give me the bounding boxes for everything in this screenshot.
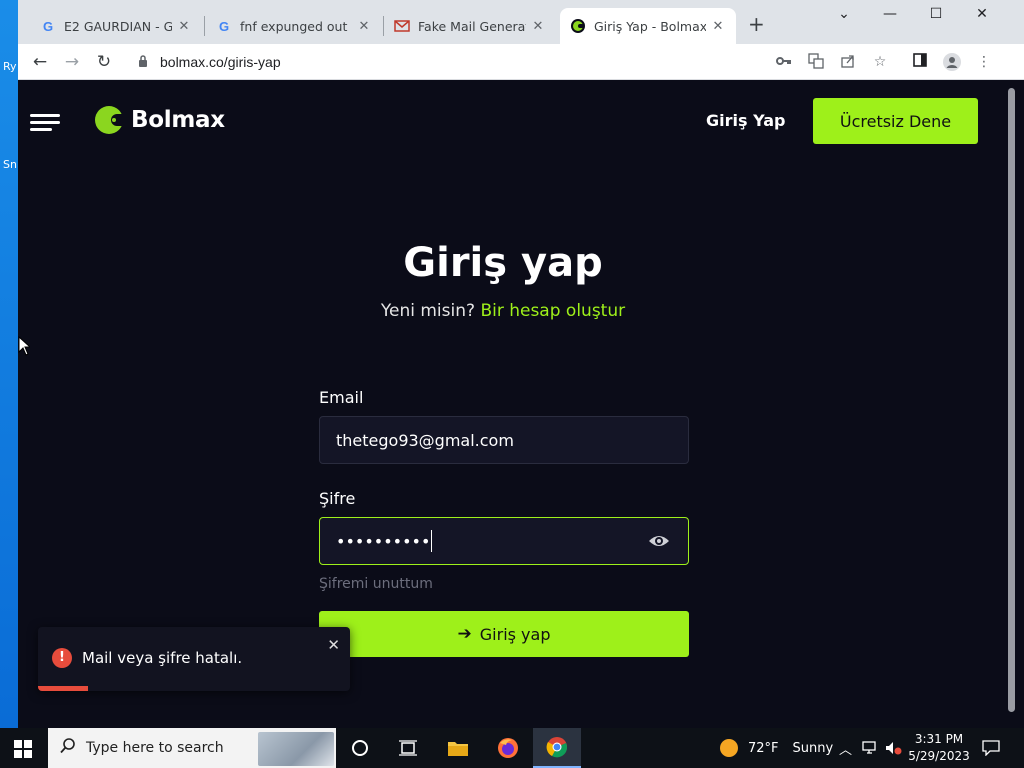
nav-login-link[interactable]: Giriş Yap bbox=[706, 111, 785, 130]
bolmax-logo-icon bbox=[95, 106, 125, 134]
share-icon[interactable] bbox=[839, 53, 857, 71]
taskbar-search[interactable]: Type here to search bbox=[48, 728, 336, 768]
error-icon: ! bbox=[52, 648, 72, 668]
notifications-icon[interactable] bbox=[982, 728, 1000, 768]
task-view-icon[interactable] bbox=[384, 728, 432, 768]
close-icon[interactable]: ✕ bbox=[356, 19, 372, 34]
minimize-button[interactable]: — bbox=[867, 6, 913, 26]
browser-window: G E2 GAURDIAN - Google ✕ G fnf expunged … bbox=[18, 0, 1024, 728]
desktop-icon-label[interactable]: Ry bbox=[3, 60, 17, 73]
bolmax-icon bbox=[570, 18, 586, 34]
mouse-pointer-icon bbox=[18, 336, 30, 356]
maximize-button[interactable]: ☐ bbox=[913, 6, 959, 26]
google-icon: G bbox=[42, 18, 54, 34]
weather-widget[interactable]: 72°F Sunny bbox=[720, 728, 833, 768]
search-highlight-image bbox=[258, 732, 334, 766]
show-password-eye-icon[interactable] bbox=[648, 532, 670, 550]
error-toast: ! Mail veya şifre hatalı. ✕ bbox=[38, 627, 350, 691]
clock-time: 3:31 PM bbox=[914, 732, 964, 746]
chrome-icon[interactable] bbox=[533, 728, 581, 768]
new-tab-button[interactable]: + bbox=[748, 14, 765, 34]
login-submit-button[interactable]: ➔ Giriş yap bbox=[319, 611, 689, 657]
desktop-icon-label[interactable]: Sn bbox=[3, 158, 17, 171]
signup-prompt-text: Yeni misin? bbox=[380, 301, 476, 321]
side-panel-icon[interactable] bbox=[911, 53, 929, 71]
browser-tab[interactable]: Fake Mail Generator ✕ bbox=[384, 8, 556, 44]
mail-icon bbox=[394, 18, 410, 34]
toast-message: Mail veya şifre hatalı. bbox=[82, 649, 243, 667]
login-submit-label: Giriş yap bbox=[479, 624, 551, 644]
email-label: Email bbox=[319, 388, 364, 407]
tab-strip: G E2 GAURDIAN - Google ✕ G fnf expunged … bbox=[18, 0, 1024, 44]
page-title: Giriş yap bbox=[403, 240, 603, 286]
forward-button[interactable]: → bbox=[62, 52, 82, 72]
create-account-link[interactable]: Bir hesap oluştur bbox=[480, 301, 625, 321]
sun-icon bbox=[720, 739, 738, 757]
search-placeholder: Type here to search bbox=[86, 740, 224, 756]
brand-name: Bolmax bbox=[131, 107, 225, 133]
tab-search-icon[interactable]: ⌄ bbox=[821, 6, 867, 26]
close-icon[interactable]: ✕ bbox=[710, 19, 726, 34]
password-label: Şifre bbox=[319, 489, 356, 508]
forgot-password-link[interactable]: Şifremi unuttum bbox=[319, 576, 433, 592]
volume-muted-icon[interactable] bbox=[885, 728, 903, 768]
address-bar[interactable]: bolmax.co/giris-yap bbox=[130, 48, 1000, 76]
search-icon bbox=[60, 738, 76, 758]
page-scrollbar[interactable] bbox=[998, 80, 1024, 728]
text-caret bbox=[431, 530, 433, 552]
weather-desc: Sunny bbox=[792, 740, 834, 756]
google-icon: G bbox=[218, 18, 230, 34]
email-value: thetego93@gmal.com bbox=[336, 430, 514, 450]
browser-tab-active[interactable]: Giriş Yap - Bolmax ✕ bbox=[560, 8, 736, 44]
tab-title: Fake Mail Generator bbox=[418, 18, 526, 34]
firefox-icon[interactable] bbox=[484, 728, 532, 768]
back-button[interactable]: ← bbox=[30, 52, 50, 72]
browser-tab[interactable]: G E2 GAURDIAN - Google ✕ bbox=[30, 8, 202, 44]
close-icon[interactable]: ✕ bbox=[530, 19, 546, 34]
password-field[interactable]: •••••••••• bbox=[319, 517, 689, 565]
lock-icon[interactable] bbox=[138, 54, 150, 70]
file-explorer-icon[interactable] bbox=[434, 728, 482, 768]
tab-title: Giriş Yap - Bolmax bbox=[594, 18, 706, 34]
toast-close-icon[interactable]: ✕ bbox=[327, 636, 340, 654]
desktop: Ry Sn bbox=[0, 0, 18, 728]
translate-icon[interactable] bbox=[807, 53, 825, 71]
scrollbar-thumb[interactable] bbox=[1008, 88, 1015, 712]
clock-date: 5/29/2023 bbox=[908, 749, 970, 763]
tab-title: fnf expunged out of g bbox=[240, 18, 352, 34]
signup-prompt: Yeni misin? Bir hesap oluştur bbox=[18, 301, 988, 321]
hamburger-menu-icon[interactable] bbox=[30, 114, 60, 132]
windows-start-icon[interactable] bbox=[14, 740, 32, 758]
menu-kebab-icon[interactable]: ⋮ bbox=[975, 53, 993, 71]
network-icon[interactable] bbox=[862, 728, 880, 768]
key-icon[interactable] bbox=[775, 53, 793, 71]
url-text: bolmax.co/giris-yap bbox=[160, 54, 281, 70]
cortana-icon[interactable] bbox=[336, 728, 384, 768]
email-field[interactable]: thetego93@gmal.com bbox=[319, 416, 689, 464]
close-icon[interactable]: ✕ bbox=[176, 19, 192, 34]
tray-chevron-icon[interactable]: ︿ bbox=[839, 728, 852, 768]
reload-button[interactable]: ↻ bbox=[94, 52, 114, 72]
tab-title: E2 GAURDIAN - Google bbox=[64, 18, 172, 34]
close-window-button[interactable]: ✕ bbox=[959, 6, 1005, 26]
password-value: •••••••••• bbox=[336, 531, 431, 551]
browser-toolbar: ← → ↻ bolmax.co/giris-yap ☆ ⋮ bbox=[18, 44, 1024, 80]
toast-progress-bar bbox=[38, 686, 88, 691]
taskbar: Type here to search 72°F Sunny ︿ 3:31 PM… bbox=[0, 728, 1024, 768]
browser-tab[interactable]: G fnf expunged out of g ✕ bbox=[206, 8, 382, 44]
taskbar-clock[interactable]: 3:31 PM 5/29/2023 bbox=[908, 731, 970, 765]
weather-temp: 72°F bbox=[748, 740, 779, 756]
arrow-right-icon: ➔ bbox=[457, 624, 472, 644]
bookmark-star-icon[interactable]: ☆ bbox=[871, 53, 889, 71]
profile-avatar-icon[interactable] bbox=[943, 53, 961, 71]
site-logo[interactable]: Bolmax bbox=[95, 106, 225, 134]
free-trial-button[interactable]: Ücretsiz Dene bbox=[813, 98, 978, 144]
web-page: Bolmax Giriş Yap Ücretsiz Dene Giriş yap… bbox=[18, 80, 998, 728]
